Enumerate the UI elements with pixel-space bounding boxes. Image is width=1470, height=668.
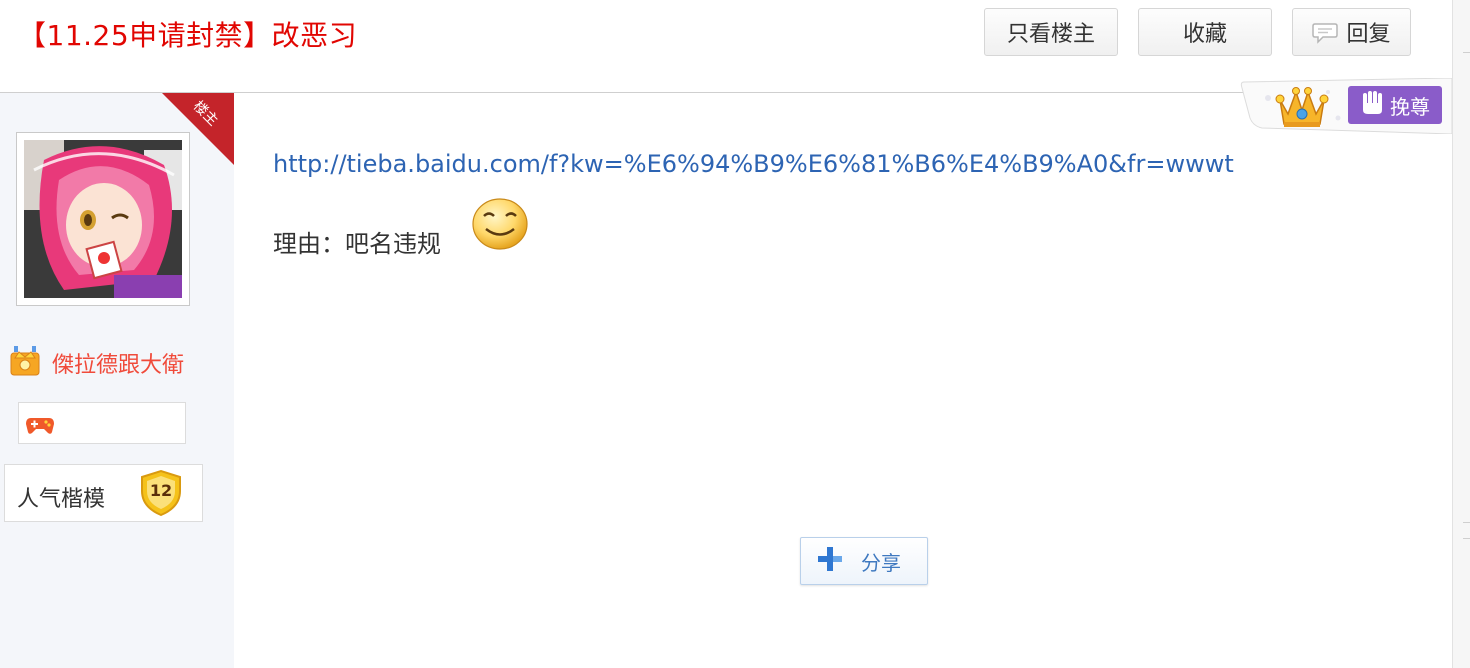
share-label: 分享 bbox=[861, 550, 901, 575]
wanzun-label: 挽尊 bbox=[1390, 94, 1430, 119]
fist-icon bbox=[1360, 90, 1386, 121]
level-number: 12 bbox=[150, 481, 172, 500]
post-link[interactable]: http://tieba.baidu.com/f?kw=%E6%94%B9%E6… bbox=[273, 150, 1234, 178]
only-author-button[interactable]: 只看楼主 bbox=[984, 8, 1118, 56]
page-right-edge bbox=[1452, 0, 1470, 668]
avatar-image bbox=[24, 140, 182, 298]
game-badge-box bbox=[18, 402, 186, 444]
crown-vip-icon bbox=[8, 344, 42, 382]
smiley-emoticon-icon bbox=[470, 196, 530, 256]
shield-badge-icon: 12 bbox=[138, 469, 184, 521]
level-box[interactable]: 人气楷模 12 bbox=[4, 464, 203, 522]
crown-icon bbox=[1274, 82, 1330, 134]
speech-bubble-icon bbox=[1312, 22, 1339, 44]
post-reason-text: 理由：吧名违规 bbox=[273, 230, 441, 258]
share-button[interactable]: 分享 bbox=[800, 537, 928, 585]
reply-button[interactable]: 回复 bbox=[1292, 8, 1411, 56]
author-username[interactable]: 傑拉德跟大衛 bbox=[52, 347, 184, 379]
level-title: 人气楷模 bbox=[17, 487, 106, 512]
plus-icon bbox=[815, 544, 845, 578]
thread-title: 【11.25申请封禁】改恶习 bbox=[18, 19, 358, 52]
avatar[interactable] bbox=[16, 132, 190, 306]
favorite-button[interactable]: 收藏 bbox=[1138, 8, 1272, 56]
only-author-label: 只看楼主 bbox=[1006, 22, 1095, 47]
gamepad-icon bbox=[25, 412, 55, 440]
username-row: 傑拉德跟大衛 bbox=[8, 344, 184, 382]
wanzun-button[interactable]: 挽尊 bbox=[1348, 86, 1442, 124]
thread-header: 【11.25申请封禁】改恶习 只看楼主 收藏 回复 bbox=[0, 0, 1452, 93]
reply-label: 回复 bbox=[1346, 22, 1391, 47]
favorite-label: 收藏 bbox=[1182, 22, 1227, 47]
